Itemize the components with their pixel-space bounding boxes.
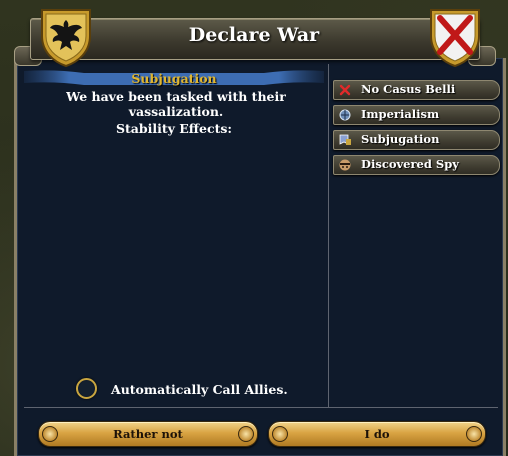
eagle-shield-icon [41,9,91,68]
call-allies-label: Automatically Call Allies. [111,382,288,397]
casus-belli-description: We have been tasked with their vassaliza… [66,89,286,119]
cb-item-no-casus-belli[interactable]: No Casus Belli [333,80,500,100]
cb-label: Discovered Spy [361,157,459,171]
call-allies-radio[interactable] [76,378,97,399]
column-divider [328,64,329,408]
cb-item-discovered-spy[interactable]: Discovered Spy [333,155,500,175]
cb-label: Subjugation [361,132,440,146]
saltire-shield-icon [430,9,480,68]
casus-belli-title: Subjugation [131,71,217,86]
cb-label: No Casus Belli [361,82,456,96]
cb-item-imperialism[interactable]: Imperialism [333,105,500,125]
footer-divider [24,407,498,408]
subjugation-icon [338,133,352,147]
dialog-title: Declare War [188,24,320,46]
i-do-button[interactable]: I do [268,421,486,447]
spy-icon [338,158,352,172]
stability-effects-label: Stability Effects: [115,121,233,136]
cb-item-subjugation[interactable]: Subjugation [333,130,500,150]
red-x-icon [338,83,352,97]
cb-label: Imperialism [361,107,440,121]
rather-not-button[interactable]: Rather not [38,421,258,447]
imperialism-icon [338,108,352,122]
